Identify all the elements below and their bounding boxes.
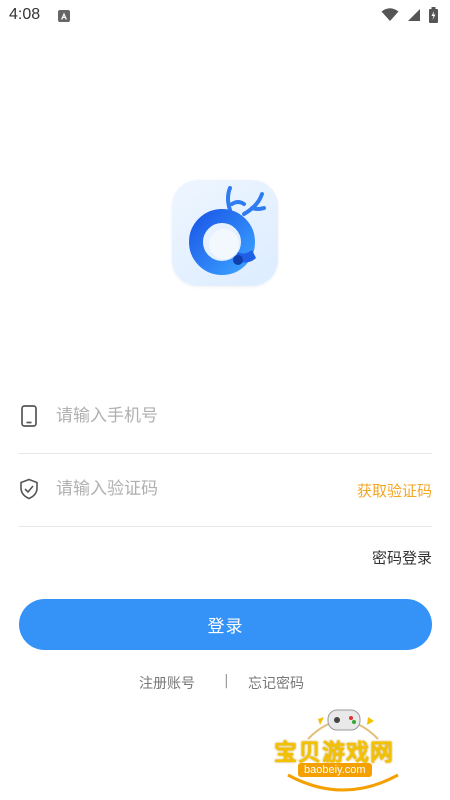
forgot-password-link[interactable]: 忘记密码 — [248, 673, 304, 693]
status-bar: 4:08 — [0, 0, 450, 32]
password-login-link[interactable]: 密码登录 — [372, 547, 432, 568]
watermark-url: baobeiy.com — [298, 763, 372, 777]
code-input[interactable] — [56, 475, 336, 503]
bottom-links: 注册账号 | 忘记密码 — [0, 673, 450, 693]
wifi-icon — [381, 8, 399, 21]
watermark-title: 宝贝游戏网 — [274, 740, 394, 766]
watermark: 宝贝游戏网 baobeiy.com — [268, 705, 418, 797]
shield-check-icon — [20, 478, 38, 500]
status-time: 4:08 — [9, 6, 41, 23]
register-link[interactable]: 注册账号 — [139, 673, 195, 693]
deer-logo-icon — [189, 186, 266, 275]
phone-row — [19, 380, 432, 454]
battery-icon — [429, 7, 438, 23]
notification-a-icon — [58, 10, 70, 22]
link-divider: | — [224, 673, 229, 689]
get-code-button[interactable]: 获取验证码 — [357, 480, 432, 501]
phone-icon — [21, 405, 37, 427]
signal-icon — [408, 9, 420, 21]
app-logo — [172, 180, 278, 286]
phone-input[interactable] — [56, 402, 336, 430]
code-row: 获取验证码 — [19, 453, 432, 527]
status-icons — [381, 7, 438, 23]
login-button[interactable]: 登录 — [19, 599, 432, 650]
